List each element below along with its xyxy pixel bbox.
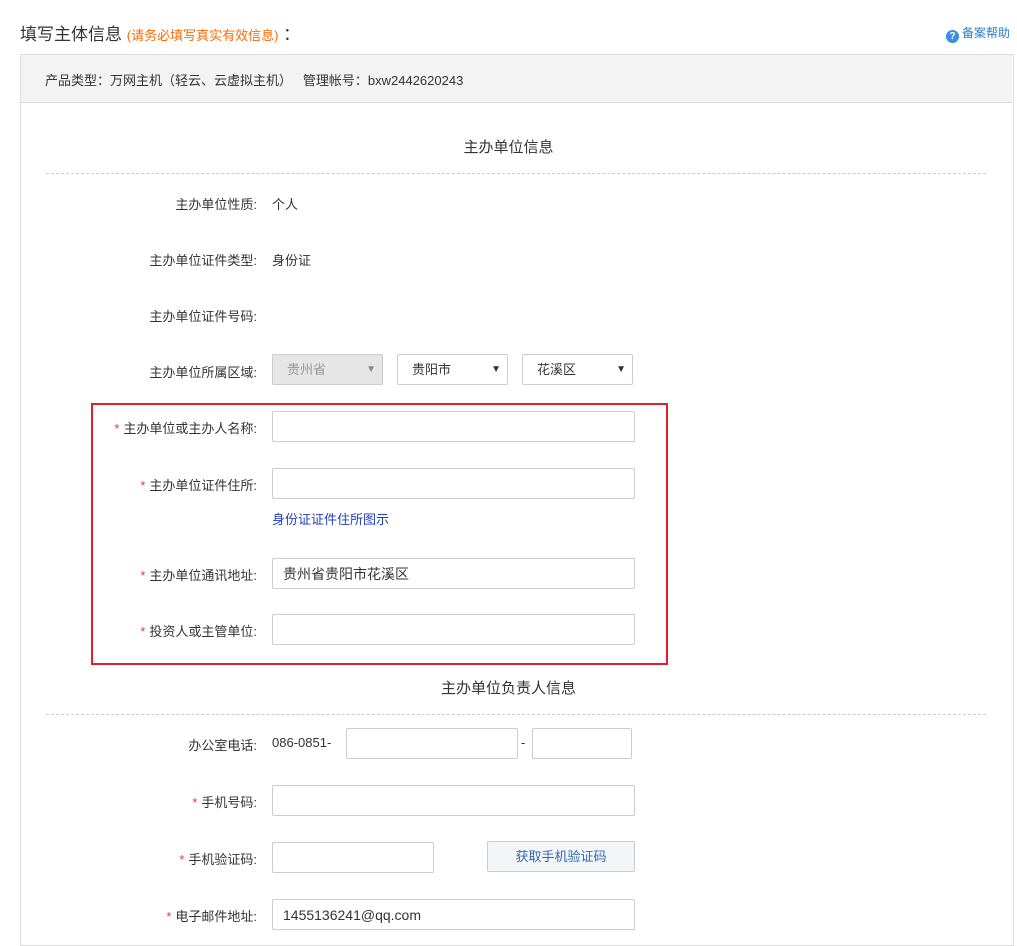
mobile-label: * 手机号码: xyxy=(192,792,257,811)
cert-address-input[interactable] xyxy=(272,468,635,499)
investor-input[interactable] xyxy=(272,614,635,645)
page-title-text: 填写主体信息 xyxy=(20,25,122,44)
section-person-info: 主办单位负责人信息 xyxy=(440,680,576,697)
email-label: * 电子邮件地址: xyxy=(166,906,257,925)
sms-code-label-text: 手机验证码: xyxy=(188,852,257,867)
region-label: 主办单位所属区域: xyxy=(149,365,257,380)
email-label-text: 电子邮件地址: xyxy=(175,909,257,924)
required-mark: * xyxy=(192,795,198,810)
help-label: 备案帮助 xyxy=(962,26,1011,40)
page-title: 填写主体信息 (请务必填写真实有效信息) ： xyxy=(20,20,300,45)
chevron-down-icon: ▼ xyxy=(366,364,376,375)
province-select: 贵州省 ▼ xyxy=(272,354,383,385)
office-phone-input[interactable] xyxy=(346,728,518,759)
title-colon: ： xyxy=(283,25,301,44)
mail-address-label-text: 主办单位通讯地址: xyxy=(149,568,257,583)
office-phone-label: 办公室电话: xyxy=(188,738,257,753)
cert-type-label: 主办单位证件类型: xyxy=(149,253,257,268)
cert-address-label: * 主办单位证件住所: xyxy=(140,475,257,494)
cert-type-value: 身份证 xyxy=(272,253,312,268)
cert-address-label-text: 主办单位证件住所: xyxy=(149,478,257,493)
section-divider xyxy=(46,173,986,174)
account-label: 管理帐号： xyxy=(302,73,368,88)
investor-label: * 投资人或主管单位: xyxy=(140,621,257,640)
unit-name-input[interactable] xyxy=(272,411,635,442)
mobile-input[interactable] xyxy=(272,785,635,816)
phone-separator: - xyxy=(521,735,526,750)
product-type-value: 万网主机（轻云、云虚拟主机） xyxy=(110,73,293,88)
sms-code-input[interactable] xyxy=(272,842,434,873)
cert-number-label: 主办单位证件号码: xyxy=(149,309,257,324)
required-mark: * xyxy=(140,624,146,639)
product-type-label: 产品类型： xyxy=(45,73,111,88)
warning-note: (请务必填写真实有效信息) xyxy=(126,28,279,43)
get-sms-code-button[interactable]: 获取手机验证码 xyxy=(487,841,635,872)
phone-extension-input[interactable] xyxy=(532,728,632,759)
mail-address-input[interactable] xyxy=(272,558,635,589)
sms-code-label: * 手机验证码: xyxy=(179,849,257,868)
required-mark: * xyxy=(166,909,172,924)
section-divider xyxy=(46,714,986,715)
product-info: 产品类型：万网主机（轻云、云虚拟主机） 管理帐号：bxw2442620243 xyxy=(45,70,463,89)
district-value: 花溪区 xyxy=(537,362,577,377)
district-select[interactable]: 花溪区 ▼ xyxy=(522,354,633,385)
section-unit-info: 主办单位信息 xyxy=(463,139,554,156)
cert-address-example-link[interactable]: 身份证证件住所图示 xyxy=(272,509,389,528)
phone-prefix: 086-0851- xyxy=(272,735,332,750)
help-link[interactable]: ? 备案帮助 xyxy=(946,24,1010,43)
unit-nature-value: 个人 xyxy=(272,197,299,212)
unit-name-label: * 主办单位或主办人名称: xyxy=(114,418,257,437)
mobile-label-text: 手机号码: xyxy=(201,795,257,810)
required-mark: * xyxy=(140,478,146,493)
email-input[interactable] xyxy=(272,899,635,930)
unit-name-label-text: 主办单位或主办人名称: xyxy=(123,421,257,436)
chevron-down-icon: ▼ xyxy=(616,364,626,375)
chevron-down-icon: ▼ xyxy=(491,364,501,375)
required-mark: * xyxy=(114,421,120,436)
city-value: 贵阳市 xyxy=(412,362,452,377)
account-value: bxw2442620243 xyxy=(367,73,464,88)
investor-label-text: 投资人或主管单位: xyxy=(149,624,257,639)
question-icon: ? xyxy=(946,30,959,43)
required-mark: * xyxy=(179,852,185,867)
unit-nature-label: 主办单位性质: xyxy=(175,197,257,212)
required-mark: * xyxy=(140,568,146,583)
city-select[interactable]: 贵阳市 ▼ xyxy=(397,354,508,385)
province-value: 贵州省 xyxy=(287,362,327,377)
mail-address-label: * 主办单位通讯地址: xyxy=(140,565,257,584)
